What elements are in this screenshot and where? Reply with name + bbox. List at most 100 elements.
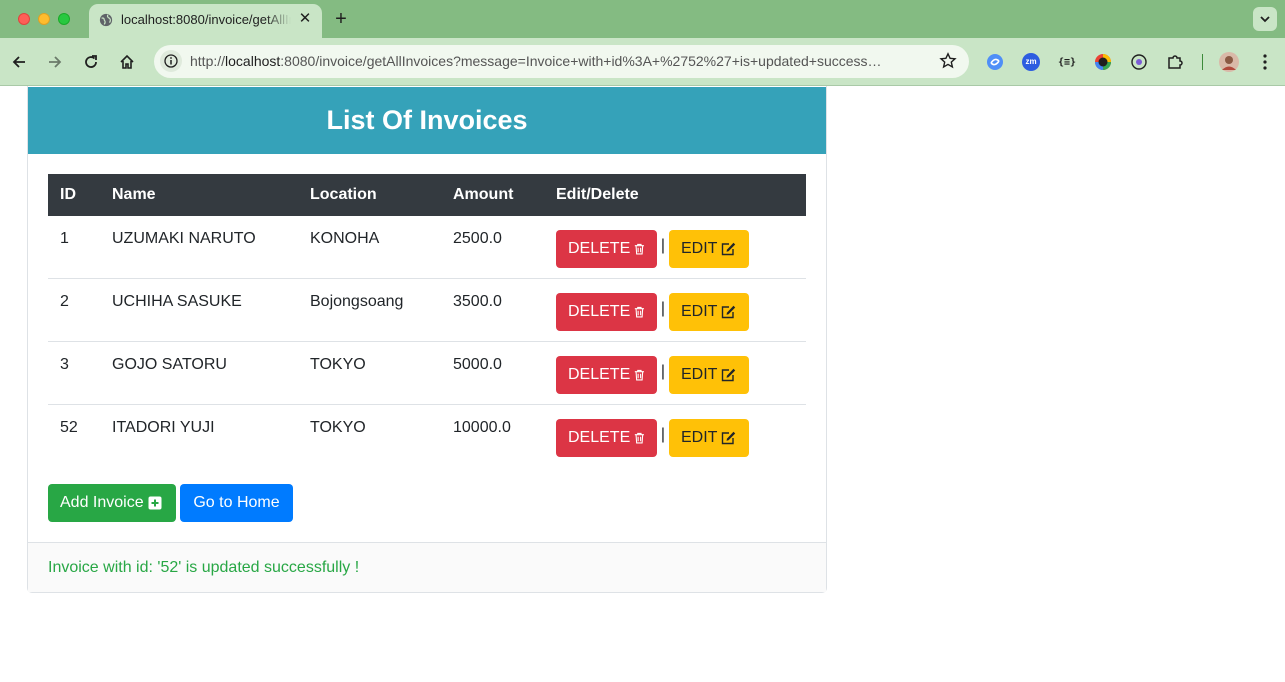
extension-inspect-icon[interactable]: [1128, 51, 1150, 73]
table-row: 1 UZUMAKI NARUTO KONOHA 2500.0 DELETE | …: [48, 216, 806, 279]
window-minimize-button[interactable]: [38, 13, 50, 25]
trash-icon: [635, 369, 645, 381]
cell-id: 2: [60, 293, 69, 310]
row-actions: DELETE | EDIT: [556, 356, 749, 394]
cell-id: 52: [60, 419, 78, 436]
invoice-card: List Of Invoices ID Name Location Amount…: [27, 86, 827, 593]
cell-name: ITADORI YUJI: [112, 419, 215, 436]
action-separator: |: [660, 426, 666, 443]
window-close-button[interactable]: [18, 13, 30, 25]
url-text[interactable]: http://localhost:8080/invoice/getAllInvo…: [190, 53, 930, 69]
toolbar-divider: [1202, 54, 1203, 70]
extension-json-icon[interactable]: {≡}: [1056, 51, 1078, 73]
card-header: List Of Invoices: [28, 87, 826, 154]
window-zoom-button[interactable]: [58, 13, 70, 25]
cell-id: 1: [60, 230, 69, 247]
cell-name: UZUMAKI NARUTO: [112, 230, 256, 247]
delete-label: DELETE: [568, 303, 631, 320]
back-arrow-icon: [12, 56, 25, 68]
row-actions: DELETE | EDIT: [556, 419, 749, 457]
edit-icon: [722, 431, 736, 445]
reload-icon: [85, 55, 97, 68]
globe-icon: [99, 13, 113, 27]
cell-location: KONOHA: [310, 230, 380, 247]
column-header-location: Location: [310, 186, 377, 203]
success-message: Invoice with id: '52' is updated success…: [48, 559, 360, 576]
delete-label: DELETE: [568, 429, 631, 446]
trash-icon: [635, 432, 645, 444]
forward-button[interactable]: [43, 50, 67, 74]
cell-amount: 5000.0: [453, 356, 502, 373]
edit-icon: [722, 242, 736, 256]
browser-menu-button[interactable]: [1254, 51, 1276, 73]
extension-color-icon[interactable]: [1092, 51, 1114, 73]
add-invoice-label: Add Invoice: [60, 494, 144, 511]
edit-button[interactable]: EDIT: [669, 230, 749, 268]
edit-label: EDIT: [681, 303, 718, 320]
url-path: :8080/invoice/getAllInvoices?message=Inv…: [280, 53, 882, 69]
edit-icon: [722, 368, 736, 382]
edit-button[interactable]: EDIT: [669, 419, 749, 457]
extension-sync-icon[interactable]: [984, 51, 1006, 73]
cell-amount: 2500.0: [453, 230, 502, 247]
chevron-down-icon: [1260, 16, 1270, 23]
reload-button[interactable]: [79, 50, 103, 74]
plus-square-icon: [148, 496, 162, 510]
trash-icon: [635, 243, 645, 255]
extension-puzzle-icon[interactable]: [1164, 51, 1186, 73]
star-icon[interactable]: [939, 52, 957, 70]
edit-label: EDIT: [681, 366, 718, 383]
table-row: 52 ITADORI YUJI TOKYO 10000.0 DELETE | E…: [48, 405, 806, 468]
new-tab-button[interactable]: +: [330, 8, 352, 30]
delete-button[interactable]: DELETE: [556, 356, 657, 394]
tab-close-icon[interactable]: ✕: [296, 10, 314, 28]
column-header-actions: Edit/Delete: [556, 186, 639, 203]
profile-avatar[interactable]: [1218, 51, 1240, 73]
edit-label: EDIT: [681, 429, 718, 446]
home-icon: [120, 54, 134, 69]
address-bar[interactable]: http://localhost:8080/invoice/getAllInvo…: [154, 45, 969, 78]
url-host: localhost: [225, 53, 281, 69]
delete-label: DELETE: [568, 240, 631, 257]
row-actions: DELETE | EDIT: [556, 293, 749, 331]
column-header-name: Name: [112, 186, 156, 203]
cell-location: TOKYO: [310, 419, 366, 436]
trash-icon: [635, 306, 645, 318]
edit-label: EDIT: [681, 240, 718, 257]
cell-amount: 3500.0: [453, 293, 502, 310]
more-vertical-icon: [1263, 54, 1267, 70]
edit-button[interactable]: EDIT: [669, 356, 749, 394]
cell-id: 3: [60, 356, 69, 373]
cell-amount: 10000.0: [453, 419, 511, 436]
add-invoice-button[interactable]: Add Invoice: [48, 484, 176, 522]
browser-tab-active[interactable]: localhost:8080/invoice/getAllInvoices ✕: [89, 4, 322, 38]
column-header-amount: Amount: [453, 186, 514, 203]
tab-title: localhost:8080/invoice/getAllInvoices: [121, 12, 291, 27]
back-button[interactable]: [7, 50, 31, 74]
column-header-id: ID: [60, 186, 76, 203]
delete-button[interactable]: DELETE: [556, 230, 657, 268]
table-row: 2 UCHIHA SASUKE Bojongsoang 3500.0 DELET…: [48, 279, 806, 342]
action-separator: |: [660, 363, 666, 380]
table-header: ID Name Location Amount Edit/Delete: [48, 174, 806, 216]
table-row: 3 GOJO SATORU TOKYO 5000.0 DELETE | EDIT: [48, 342, 806, 405]
go-home-button[interactable]: Go to Home: [180, 484, 293, 522]
edit-button[interactable]: EDIT: [669, 293, 749, 331]
site-info-icon[interactable]: [160, 50, 182, 72]
cell-location: Bojongsoang: [310, 293, 404, 310]
action-separator: |: [660, 237, 666, 254]
extension-zoom-icon[interactable]: zm: [1020, 51, 1042, 73]
cell-location: TOKYO: [310, 356, 366, 373]
cell-name: UCHIHA SASUKE: [112, 293, 242, 310]
row-actions: DELETE | EDIT: [556, 230, 749, 268]
tab-search-button[interactable]: [1253, 7, 1277, 31]
delete-button[interactable]: DELETE: [556, 293, 657, 331]
delete-button[interactable]: DELETE: [556, 419, 657, 457]
invoice-table: ID Name Location Amount Edit/Delete 1 UZ…: [48, 174, 806, 468]
browser-tab-strip: localhost:8080/invoice/getAllInvoices ✕ …: [0, 0, 1285, 38]
home-button[interactable]: [115, 50, 139, 74]
edit-icon: [722, 305, 736, 319]
card-footer: Invoice with id: '52' is updated success…: [28, 542, 826, 592]
forward-arrow-icon: [49, 56, 62, 68]
go-home-label: Go to Home: [193, 494, 280, 511]
